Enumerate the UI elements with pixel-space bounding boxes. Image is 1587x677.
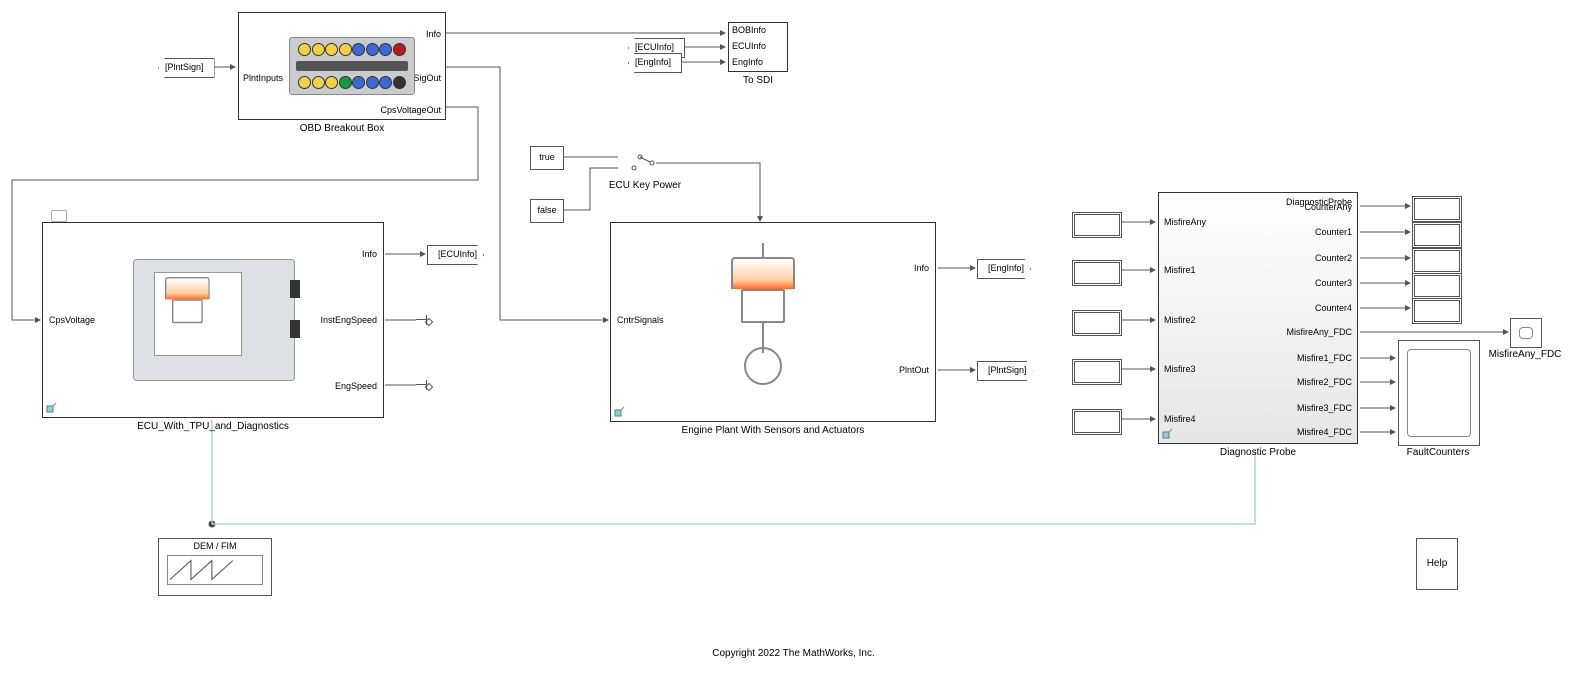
obd-out-info: Info [426, 29, 441, 39]
probe-out-9: Misfire4_FDC [1297, 427, 1352, 437]
probe-in-3: Misfire3 [1164, 364, 1196, 374]
model-ref-icon-3 [1162, 428, 1174, 440]
piston-image [731, 243, 795, 385]
model-canvas[interactable]: PlntInputs Info CntrSigOut CpsVoltageOut… [0, 0, 1587, 677]
display-counter2[interactable] [1412, 248, 1462, 274]
display-misfire4[interactable] [1072, 409, 1122, 435]
ecu-out-engspeed: EngSpeed [335, 381, 377, 391]
help-block[interactable]: Help [1416, 538, 1458, 590]
model-ref-icon [46, 402, 58, 414]
display-counter3[interactable] [1412, 273, 1462, 299]
ecu-in-cpsvoltage: CpsVoltage [49, 315, 95, 325]
enginfo-from-tag[interactable]: [EngInfo] [628, 53, 682, 73]
switch-label: ECU Key Power [590, 180, 700, 191]
obd-block-label: OBD Breakout Box [238, 123, 446, 134]
plant-out-plntout: PlntOut [899, 365, 929, 375]
probe-in-1: Misfire1 [1164, 265, 1196, 275]
probe-out-7: Misfire2_FDC [1297, 377, 1352, 387]
dem-fim-block[interactable]: DEM / FIM [158, 538, 272, 596]
obd-out-cpsvolt: CpsVoltageOut [380, 105, 441, 115]
faultcounters-scope[interactable] [1398, 340, 1480, 446]
commented-icon [51, 210, 67, 222]
display-misfireany[interactable] [1072, 212, 1122, 238]
misfireany-fdc-label: MisfireAny_FDC [1485, 349, 1565, 360]
ecu-out-instengspeed: InstEngSpeed [320, 315, 377, 325]
engine-plant-block[interactable]: CntrSignals Info PlntOut [610, 222, 936, 422]
terminator-1[interactable] [416, 315, 432, 325]
misfireany-fdc-scope[interactable] [1510, 318, 1542, 348]
probe-out-5: MisfireAny_FDC [1286, 327, 1352, 337]
diagnostic-probe-block[interactable]: DiagnosticProbe MisfireAny Misfire1 Misf… [1158, 192, 1358, 444]
probe-out-0: CounterAny [1304, 202, 1352, 212]
probe-in-4: Misfire4 [1164, 414, 1196, 424]
probe-out-1: Counter1 [1315, 227, 1352, 237]
ecu-out-info: Info [362, 249, 377, 259]
probe-in-0: MisfireAny [1164, 217, 1206, 227]
display-misfire1[interactable] [1072, 260, 1122, 286]
probe-out-6: Misfire1_FDC [1297, 353, 1352, 363]
display-counter4[interactable] [1412, 298, 1462, 324]
to-sdi-enginfo: EngInfo [732, 57, 763, 67]
true-constant[interactable]: true [530, 146, 564, 170]
ecuinfo-goto-tag[interactable]: [ECUInfo] [427, 245, 484, 265]
plant-out-info: Info [914, 263, 929, 273]
ecu-image [133, 259, 295, 381]
plntsign-goto-tag[interactable]: [PlntSign] [977, 361, 1034, 381]
probe-out-4: Counter4 [1315, 303, 1352, 313]
terminator-2[interactable] [416, 380, 432, 390]
model-ref-icon-2 [614, 406, 626, 418]
obd-breakout-box-block[interactable]: PlntInputs Info CntrSigOut CpsVoltageOut [238, 12, 446, 120]
probe-in-2: Misfire2 [1164, 315, 1196, 325]
display-misfire3[interactable] [1072, 359, 1122, 385]
copyright-text: Copyright 2022 The MathWorks, Inc. [0, 648, 1587, 659]
to-sdi-label: To SDI [728, 75, 788, 86]
engine-plant-label: Engine Plant With Sensors and Actuators [610, 425, 936, 436]
probe-out-3: Counter3 [1315, 278, 1352, 288]
to-sdi-bobinfo: BOBInfo [732, 25, 766, 35]
ecu-block[interactable]: CpsVoltage Info InstEngSpeed EngSpeed [42, 222, 384, 418]
obd-in-port: PlntInputs [243, 73, 283, 83]
display-misfire2[interactable] [1072, 310, 1122, 336]
diagnostic-probe-label: Diagnostic Probe [1158, 447, 1358, 458]
probe-out-8: Misfire3_FDC [1297, 403, 1352, 413]
ecu-block-label: ECU_With_TPU_and_Diagnostics [42, 421, 384, 432]
enginfo-goto-tag[interactable]: [EngInfo] [977, 259, 1031, 279]
plant-in-cntrsignals: CntrSignals [617, 315, 664, 325]
plntsign-from-tag[interactable]: [PlntSign] [158, 58, 215, 78]
display-counterany[interactable] [1412, 196, 1462, 222]
to-sdi-ecuinfo: ECUInfo [732, 41, 766, 51]
to-sdi-block[interactable]: BOBInfo ECUInfo EngInfo [728, 22, 788, 72]
dem-fim-label: DEM / FIM [159, 539, 271, 553]
probe-out-2: Counter2 [1315, 253, 1352, 263]
obd-device-image [289, 37, 415, 95]
display-counter1[interactable] [1412, 222, 1462, 248]
false-constant[interactable]: false [530, 199, 564, 223]
faultcounters-label: FaultCounters [1388, 447, 1488, 458]
